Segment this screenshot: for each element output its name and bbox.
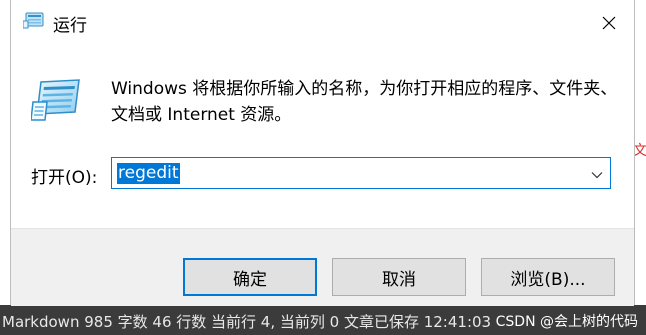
chevron-down-icon	[591, 172, 603, 179]
close-button[interactable]	[592, 8, 626, 38]
title-bar[interactable]: 运行	[11, 0, 634, 42]
button-bar: 确定 取消 浏览(B)...	[11, 228, 634, 306]
close-icon	[602, 16, 616, 30]
dropdown-button[interactable]	[590, 167, 604, 181]
background-status-text: Markdown 985 字数 46 行数 当前行 4, 当前列 0 文章已保存…	[2, 313, 492, 331]
open-input-value[interactable]: regedit	[117, 163, 180, 184]
dialog-description: Windows 将根据你所输入的名称，为你打开相应的程序、文件夹、文档或 Int…	[111, 79, 618, 125]
browse-button[interactable]: 浏览(B)...	[481, 258, 615, 296]
window-title: 运行	[53, 16, 87, 36]
run-program-icon	[22, 12, 45, 30]
run-dialog: 运行 Windows 将根据你所输入的名称，为你打开相应的程序、文件夹、文档或 …	[10, 0, 635, 306]
open-combobox[interactable]: regedit	[111, 157, 611, 189]
run-program-icon	[30, 78, 83, 124]
open-field-label: 打开(O):	[31, 168, 98, 188]
ok-button[interactable]: 确定	[183, 258, 317, 296]
background-status-bar: Markdown 985 字数 46 行数 当前行 4, 当前列 0 文章已保存…	[0, 305, 646, 335]
cancel-button[interactable]: 取消	[332, 258, 466, 296]
watermark: CSDN @会上树的代码	[495, 314, 638, 330]
